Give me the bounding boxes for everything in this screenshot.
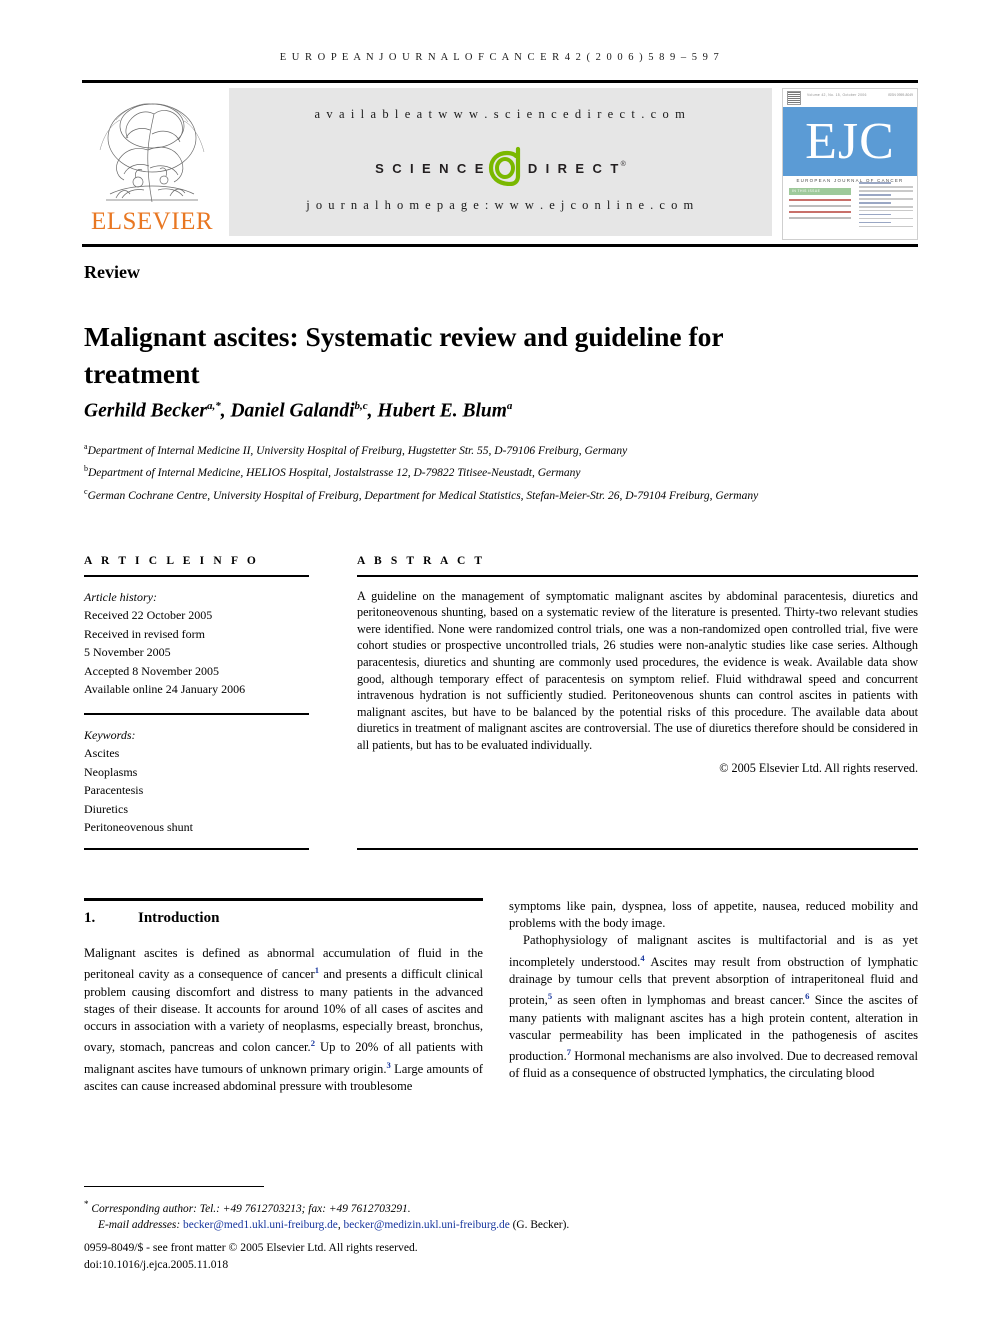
elsevier-logo[interactable]: ELSEVIER — [82, 88, 222, 240]
cover-top-bar: Volume 42, No. 15, October 2006 ISSN 095… — [783, 89, 917, 108]
corresponding-author-text: Corresponding author: Tel.: +49 76127032… — [91, 1202, 411, 1215]
abstract-bottom-rule — [357, 848, 918, 851]
footnote-block: * Corresponding author: Tel.: +49 761270… — [84, 1196, 920, 1234]
affiliation-marker: a — [84, 442, 88, 451]
keyword-item: Diuretics — [84, 801, 128, 816]
email-link-1[interactable]: becker@med1.ukl.uni-freiburg.de — [183, 1219, 338, 1231]
article-info-heading: A R T I C L E I N F O — [84, 555, 259, 567]
section-rule — [84, 898, 483, 901]
available-at-text: a v a i l a b l e a t w w w . s c i e n … — [314, 107, 687, 121]
affiliation-item: aDepartment of Internal Medicine II, Uni… — [84, 442, 628, 457]
section-title-text: Introduction — [138, 910, 220, 926]
intro-paragraph-right-2: Pathophysiology of malignant ascites is … — [509, 933, 918, 1081]
keywords-label: Keywords: — [84, 727, 136, 742]
cover-contents-lines — [859, 182, 913, 230]
doi-line: doi:10.1016/j.ejca.2005.11.018 — [84, 1257, 229, 1271]
email-line: E-mail addresses: becker@med1.ukl.uni-fr… — [84, 1217, 920, 1234]
cover-highlight-lines — [789, 199, 851, 223]
reference-link[interactable]: 3 — [387, 1060, 391, 1070]
journal-cover-thumbnail[interactable]: Volume 42, No. 15, October 2006 ISSN 095… — [782, 88, 918, 240]
keywords-block: Keywords: Ascites Neoplasms Paracentesis Di… — [84, 726, 309, 837]
corresponding-author-line: * Corresponding author: Tel.: +49 761270… — [84, 1196, 920, 1217]
imprint-block: 0959-8049/$ - see front matter © 2005 El… — [84, 1240, 920, 1273]
affiliation-list: aDepartment of Internal Medicine II, Uni… — [84, 438, 884, 505]
registered-trademark-icon: ® — [620, 160, 626, 168]
elsevier-wordmark: ELSEVIER — [90, 208, 214, 235]
cover-elsevier-tree-icon — [787, 91, 801, 105]
article-info-block: A R T I C L E I N F O Article history: R… — [84, 555, 309, 837]
sciencedirect-direct-word: D I R E C T — [527, 161, 621, 176]
keyword-item: Ascites — [84, 746, 120, 761]
intro-paragraph-left: Malignant ascites is defined as abnormal… — [84, 946, 483, 1093]
article-history-item: Available online 24 January 2006 — [84, 682, 246, 697]
keyword-item: Paracentesis — [84, 783, 144, 798]
cover-ejc-letters: EJC — [805, 113, 895, 170]
reference-link[interactable]: 5 — [548, 991, 552, 1001]
abstract-heading: A B S T R A C T — [357, 555, 486, 567]
keyword-item: Peritoneovenous shunt — [84, 820, 193, 835]
affiliation-item: bDepartment of Internal Medicine, HELIOS… — [84, 464, 581, 480]
masthead-bottom-rule — [82, 244, 918, 247]
page-title: Malignant ascites: Systematic review and… — [84, 321, 724, 390]
article-history-item: 5 November 2005 — [84, 645, 171, 660]
header-rule — [82, 80, 918, 83]
article-info-rule — [84, 575, 309, 577]
journal-homepage-text[interactable]: j o u r n a l h o m e p a g e : w w w . … — [229, 198, 772, 213]
elsevier-tree-icon — [99, 103, 205, 203]
email-attribution: (G. Becker). — [509, 1219, 570, 1232]
article-type-label: Review — [84, 262, 140, 282]
article-history-item: Received 22 October 2005 — [84, 608, 213, 623]
abstract-rule — [357, 575, 918, 577]
email-link-2[interactable]: becker@medizin.ukl.uni-freiburg.de — [344, 1219, 510, 1231]
article-history-lines: Received 22 October 2005 Received in revi… — [84, 606, 309, 699]
article-history-item: Accepted 8 November 2005 — [84, 663, 219, 678]
journal-article-page: E U R O P E A N J O U R N A L O F C A N … — [0, 0, 992, 1323]
reference-link[interactable]: 2 — [311, 1038, 315, 1048]
cover-green-bar-label: IN THIS ISSUE — [792, 189, 821, 193]
intro-paragraph-right-1: symptoms like pain, dyspnea, loss of app… — [509, 899, 918, 931]
section-number: 1. — [84, 910, 96, 926]
front-matter-line: 0959-8049/$ - see front matter © 2005 El… — [84, 1241, 418, 1254]
abstract-block: A B S T R A C T A guideline on the manag… — [357, 555, 918, 776]
cover-volume-caption: Volume 42, No. 15, October 2006 — [807, 93, 867, 97]
footnote-rule — [84, 1186, 264, 1187]
reference-link[interactable]: 7 — [567, 1047, 571, 1057]
article-info-bottom-rule — [84, 848, 309, 851]
author-list: Gerhild Beckera,*, Daniel Galandib,c, Hu… — [84, 400, 513, 422]
article-history-item: Received in revised form — [84, 626, 205, 641]
affiliation-item: cGerman Cochrane Centre, University Hosp… — [84, 486, 759, 502]
section-heading: 1. Introduction — [84, 910, 483, 927]
keywords-rule — [84, 712, 309, 715]
sciencedirect-band: a v a i l a b l e a t w w w . s c i e n … — [229, 88, 772, 236]
body-column-left: 1. Introduction Malignant ascites is defi… — [84, 898, 483, 1095]
keyword-lines: Ascites Neoplasms Paracentesis Diuretics Per… — [84, 744, 309, 837]
affiliation-marker: c — [84, 486, 88, 496]
reference-link[interactable]: 1 — [315, 965, 319, 975]
article-history: Article history: Received 22 October 200… — [84, 588, 309, 699]
sciencedirect-d-icon — [488, 146, 526, 191]
abstract-copyright: © 2005 Elsevier Ltd. All rights reserved… — [719, 760, 918, 775]
cover-issn: ISSN 0959-8049 — [887, 93, 913, 97]
affiliation-marker: b — [84, 464, 88, 474]
abstract-text: A guideline on the management of symptom… — [357, 588, 918, 752]
masthead: ELSEVIER a v a i l a b l e a t w w w . s… — [82, 88, 918, 240]
running-head: E U R O P E A N J O U R N A L O F C A N … — [279, 52, 721, 63]
article-history-label: Article history: — [84, 589, 157, 604]
sciencedirect-science-word: S C I E N C E — [375, 161, 486, 176]
email-label: E-mail addresses: — [98, 1219, 181, 1232]
sciencedirect-logo[interactable]: S C I E N C E D I R E C T® — [229, 146, 772, 187]
reference-link[interactable]: 4 — [640, 953, 644, 963]
body-column-right: symptoms like pain, dyspnea, loss of app… — [509, 898, 918, 1083]
corresponding-author-marker: * — [84, 1199, 89, 1209]
keyword-item: Neoplasms — [84, 764, 138, 779]
reference-link[interactable]: 6 — [805, 991, 809, 1001]
